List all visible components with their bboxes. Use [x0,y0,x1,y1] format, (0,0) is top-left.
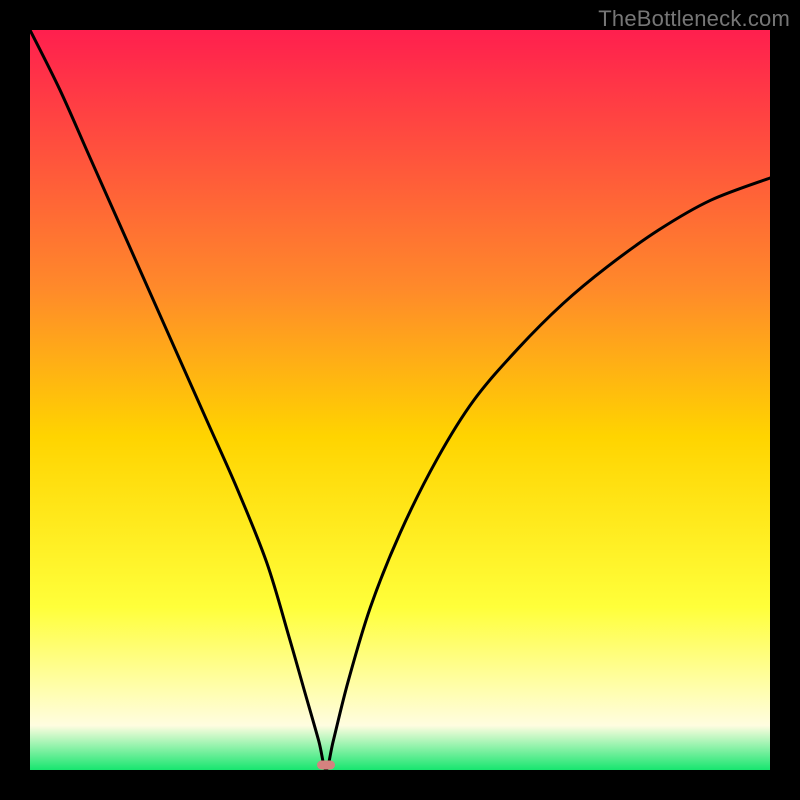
watermark-text: TheBottleneck.com [598,6,790,32]
bottleneck-curve [30,30,770,770]
curve-layer [30,30,770,770]
chart-frame: TheBottleneck.com [0,0,800,800]
minimum-marker [317,761,335,770]
